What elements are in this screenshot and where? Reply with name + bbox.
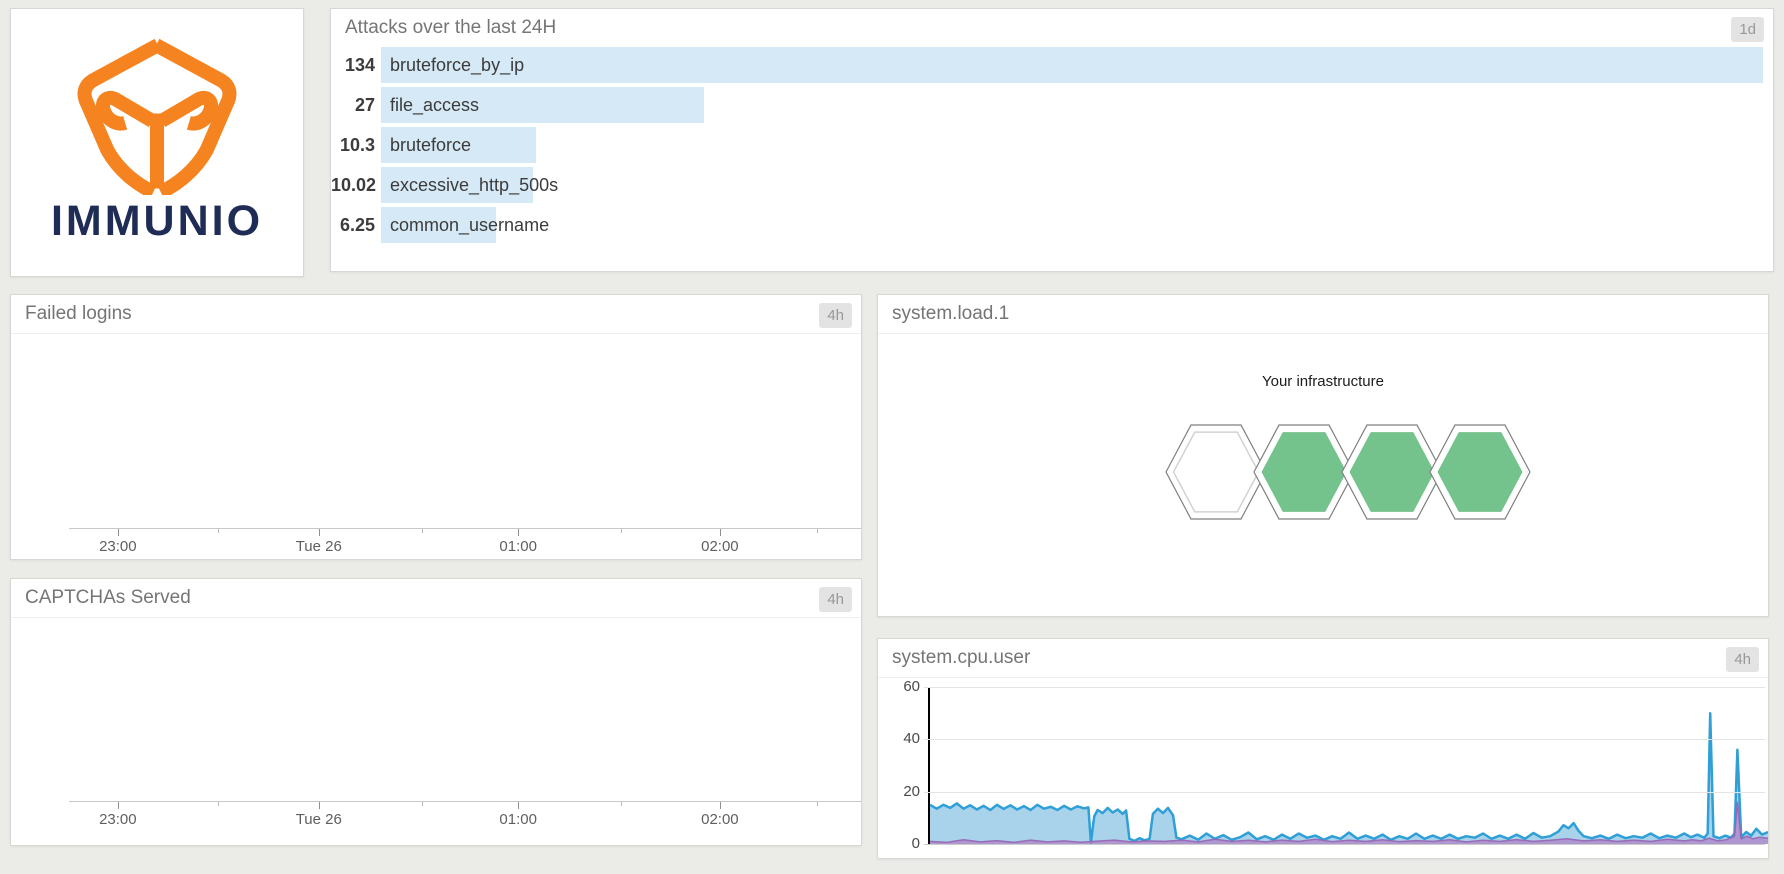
timeframe-badge: 4h — [1726, 647, 1759, 672]
toplist-value: 10.02 — [331, 175, 375, 196]
toplist-value: 10.3 — [331, 135, 375, 156]
axis-tick-label: 01:00 — [499, 811, 537, 828]
axis-major-tick — [720, 529, 721, 536]
cpu-gridline — [924, 792, 1765, 793]
axis-major-tick — [118, 802, 119, 809]
axis-major-tick — [118, 529, 119, 536]
host-hexagon[interactable] — [1430, 425, 1530, 519]
axis-tick-label: 02:00 — [701, 811, 739, 828]
axis-major-tick — [518, 802, 519, 809]
host-hexagon[interactable] — [1166, 425, 1266, 519]
axis-major-tick — [319, 802, 320, 809]
toplist-bar-track: bruteforce — [381, 127, 1763, 163]
panel-title: Attacks over the last 24H — [345, 17, 556, 39]
toplist-row[interactable]: 6.25 common_username — [331, 205, 1763, 245]
immunio-logo: IMMUNIO — [11, 9, 303, 246]
toplist-row[interactable]: 10.3 bruteforce — [331, 125, 1763, 165]
toplist-label: excessive_http_500s — [390, 167, 558, 203]
toplist-value: 27 — [331, 95, 375, 116]
cpu-y-tick-label: 40 — [878, 730, 920, 747]
cpu-y-tick-label: 60 — [878, 678, 920, 695]
cpu-y-tick-label: 0 — [878, 835, 920, 852]
cpu-y-tick-label: 20 — [878, 783, 920, 800]
axis-major-tick — [518, 529, 519, 536]
infrastructure-label: Your infrastructure — [878, 373, 1768, 390]
axis-tick-label: 01:00 — [499, 538, 537, 555]
host-hexagon[interactable] — [1254, 425, 1354, 519]
brand-wordmark: IMMUNIO — [11, 197, 303, 246]
toplist-value: 6.25 — [331, 215, 375, 236]
axis-tick-label: Tue 26 — [296, 811, 342, 828]
axis-minor-tick — [218, 529, 219, 533]
toplist-bar — [381, 47, 1763, 83]
captchas-panel: CAPTCHAs Served 4h 23:00 Tue 26 01:00 02:00 — [10, 578, 862, 846]
failed-logins-x-axis[interactable]: 23:00 Tue 26 01:00 02:00 — [69, 528, 857, 560]
immunio-shield-icon — [63, 31, 251, 195]
toplist-row[interactable]: 10.02 excessive_http_500s — [331, 165, 1763, 205]
failed-logins-panel: Failed logins 4h 23:00 Tue 26 01:00 02:00 — [10, 294, 862, 560]
cpu-user-host-blue-area — [930, 713, 1768, 844]
host-hexagon[interactable] — [1342, 425, 1442, 519]
timeframe-badge: 4h — [819, 587, 852, 612]
system-load-panel: system.load.1 Your infrastructure — [877, 294, 1769, 617]
axis-tick-label: 23:00 — [99, 811, 137, 828]
x-axis-line — [69, 528, 862, 529]
axis-tick-label: 02:00 — [701, 538, 739, 555]
attacks-toplist: 134 bruteforce_by_ip 27 file_access 10.3 brut… — [331, 45, 1763, 245]
toplist-row[interactable]: 27 file_access — [331, 85, 1763, 125]
toplist-label: common_username — [390, 207, 549, 243]
panel-title: Failed logins — [25, 303, 132, 325]
axis-tick-label: Tue 26 — [296, 538, 342, 555]
toplist-label: bruteforce_by_ip — [390, 47, 524, 83]
axis-minor-tick — [621, 529, 622, 533]
toplist-label: file_access — [390, 87, 479, 123]
cpu-gridline — [924, 687, 1765, 688]
dashboard: IMMUNIO Attacks over the last 24H 1d 134… — [0, 0, 1784, 874]
toplist-label: bruteforce — [390, 127, 471, 163]
axis-minor-tick — [621, 802, 622, 806]
toplist-value: 134 — [331, 55, 375, 76]
axis-minor-tick — [422, 529, 423, 533]
panel-title: CAPTCHAs Served — [25, 587, 191, 609]
cpu-panel: system.cpu.user 4h 0 20 40 60 — [877, 638, 1769, 859]
axis-minor-tick — [817, 802, 818, 806]
timeframe-badge: 4h — [819, 303, 852, 328]
panel-title: system.load.1 — [892, 303, 1009, 325]
toplist-bar-track: common_username — [381, 207, 1763, 243]
cpu-gridline — [924, 844, 1765, 845]
axis-minor-tick — [817, 529, 818, 533]
title-separator — [878, 677, 1768, 678]
logo-panel: IMMUNIO — [10, 8, 304, 277]
x-axis-line — [69, 801, 862, 802]
axis-tick-label: 23:00 — [99, 538, 137, 555]
cpu-gridline — [924, 739, 1765, 740]
axis-minor-tick — [422, 802, 423, 806]
axis-minor-tick — [218, 802, 219, 806]
title-separator — [11, 617, 861, 618]
toplist-row[interactable]: 134 bruteforce_by_ip — [331, 45, 1763, 85]
toplist-bar-track: bruteforce_by_ip — [381, 47, 1763, 83]
toplist-bar-track: excessive_http_500s — [381, 167, 1763, 203]
timeframe-badge: 1d — [1731, 17, 1764, 42]
axis-major-tick — [319, 529, 320, 536]
attacks-panel: Attacks over the last 24H 1d 134 brutefor… — [330, 8, 1774, 272]
captchas-x-axis[interactable]: 23:00 Tue 26 01:00 02:00 — [69, 801, 857, 843]
cpu-chart-svg[interactable] — [930, 687, 1768, 844]
toplist-bar-track: file_access — [381, 87, 1763, 123]
title-separator — [878, 333, 1768, 334]
title-separator — [11, 333, 861, 334]
axis-major-tick — [720, 802, 721, 809]
hexmap-svg — [1164, 423, 1532, 523]
panel-title: system.cpu.user — [892, 647, 1030, 669]
